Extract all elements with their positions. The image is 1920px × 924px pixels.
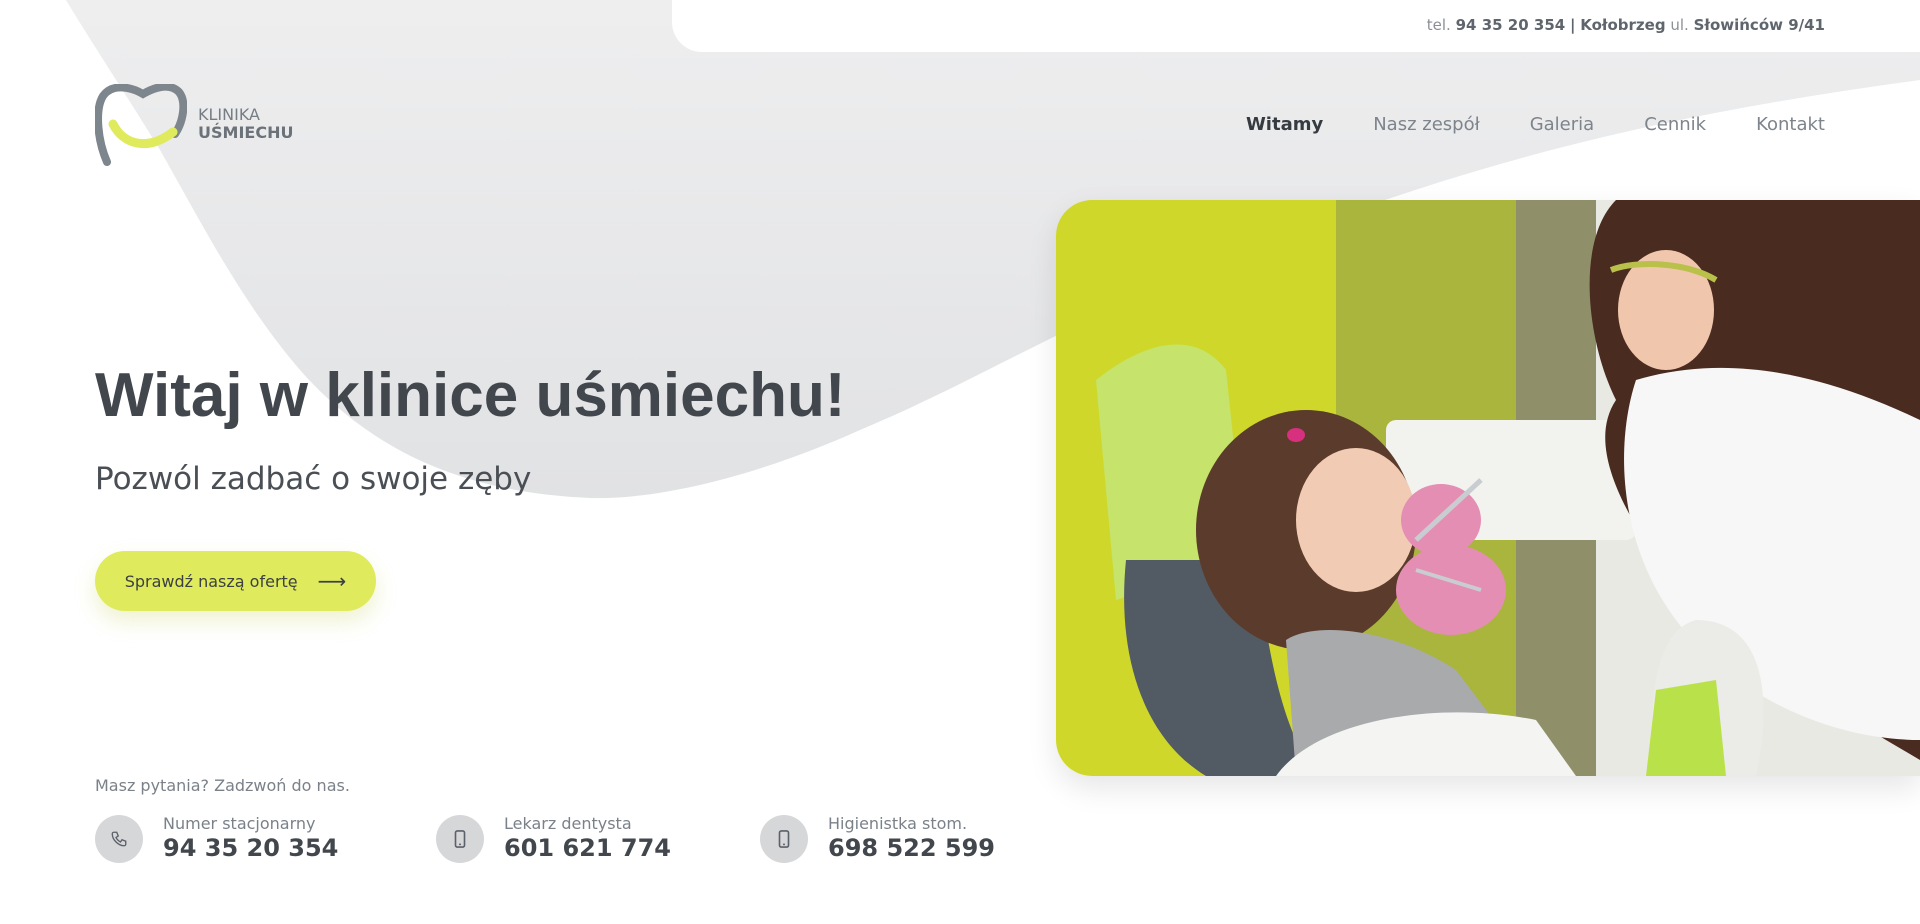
- tooth-logo-icon: [95, 84, 187, 166]
- dentist-with-child-illustration: [1056, 200, 1920, 776]
- mobile-icon: [436, 815, 484, 863]
- hero-title: Witaj w klinice uśmiechu!: [95, 361, 846, 430]
- nav-item-galeria[interactable]: Galeria: [1530, 114, 1595, 135]
- contact-label: Numer stacjonarny: [163, 814, 316, 833]
- check-offer-button[interactable]: Sprawdź naszą ofertę ⟶: [95, 551, 376, 611]
- contact-number[interactable]: 698 522 599: [828, 834, 995, 862]
- cta-label: Sprawdź naszą ofertę: [124, 571, 298, 591]
- main-nav: Witamy Nasz zespół Galeria Cennik Kontak…: [1246, 114, 1825, 135]
- contact-label: Lekarz dentysta: [504, 814, 632, 833]
- top-info-bar: tel. 94 35 20 354 | Kołobrzeg ul. Słowiń…: [672, 0, 1920, 52]
- logo-line-2: UŚMIECHU: [198, 123, 294, 142]
- logo-line-1: KLINIKA: [198, 105, 260, 124]
- arrow-right-icon: ⟶: [317, 569, 347, 593]
- nav-item-nasz-zespol[interactable]: Nasz zespół: [1373, 114, 1480, 135]
- contact-label: Higienistka stom.: [828, 814, 968, 833]
- mobile-icon: [760, 815, 808, 863]
- nav-item-witamy[interactable]: Witamy: [1246, 114, 1323, 135]
- topbar-street: Słowińców 9/41: [1693, 16, 1825, 34]
- logo-text: KLINIKA UŚMIECHU: [198, 106, 293, 142]
- nav-item-kontakt[interactable]: Kontakt: [1756, 114, 1825, 135]
- logo[interactable]: KLINIKA UŚMIECHU: [95, 84, 295, 166]
- contact-number[interactable]: 601 621 774: [504, 834, 671, 862]
- contact-question: Masz pytania? Zadzwoń do nas.: [95, 776, 350, 795]
- contact-number[interactable]: 94 35 20 354: [163, 834, 338, 862]
- topbar-city: Kołobrzeg: [1580, 16, 1666, 34]
- topbar-separator: |: [1569, 16, 1576, 34]
- topbar-phone[interactable]: 94 35 20 354: [1456, 16, 1566, 34]
- phone-icon: [95, 815, 143, 863]
- street-prefix: ul.: [1670, 16, 1689, 34]
- tel-prefix: tel.: [1426, 16, 1451, 34]
- hero-subtitle: Pozwól zadbać o swoje zęby: [95, 461, 532, 497]
- hero-photo: [1056, 200, 1920, 776]
- nav-item-cennik[interactable]: Cennik: [1644, 114, 1706, 135]
